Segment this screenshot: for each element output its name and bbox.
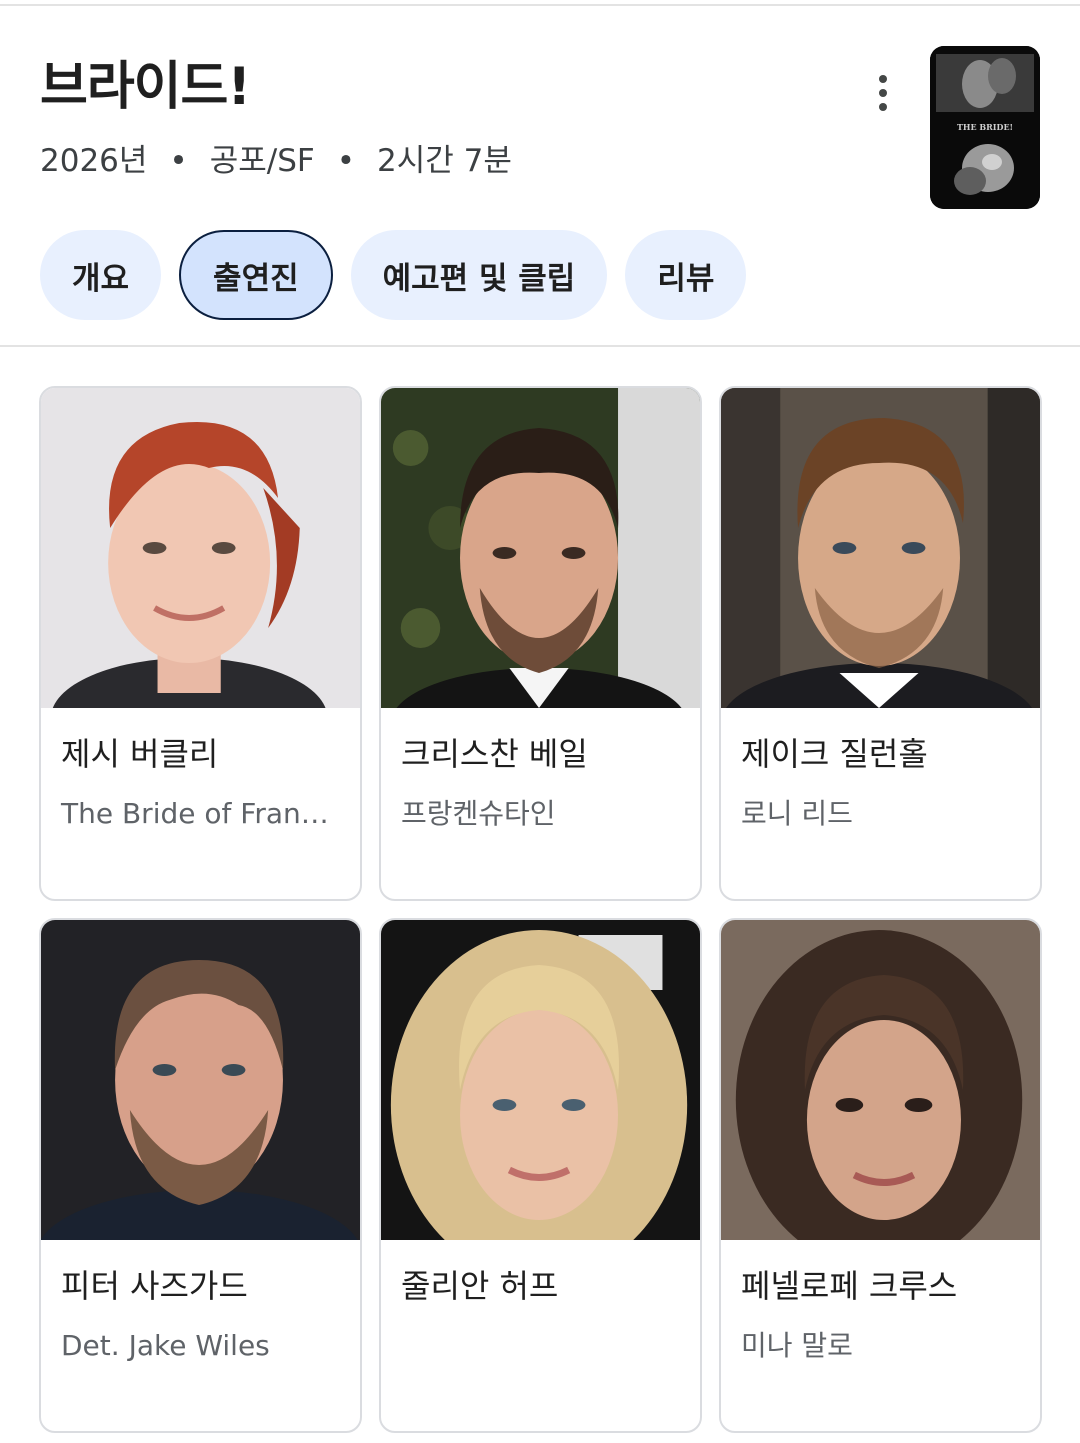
actor-photo [381, 920, 700, 1240]
actor-name: 제시 버클리 [61, 735, 219, 773]
actor-name: 제이크 질런홀 [741, 735, 928, 773]
actor-photo [381, 388, 700, 708]
tab-reviews[interactable]: 리뷰 [625, 230, 747, 320]
movie-poster[interactable]: THE BRIDE! [930, 46, 1040, 209]
poster-title: THE BRIDE! [957, 122, 1013, 132]
character-name: 미나 말로 [741, 1329, 853, 1362]
movie-genre: 공포/SF [209, 143, 315, 179]
cast-card[interactable]: 줄리안 허프 [379, 918, 702, 1433]
actor-name: 줄리안 허프 [401, 1267, 559, 1305]
dot [879, 103, 887, 111]
cast-card[interactable]: 제시 버클리 The Bride of Frank... [39, 386, 362, 901]
cast-grid: 제시 버클리 The Bride of Frank... 크리스찬 베일 프랑켄… [39, 386, 1042, 1433]
actor-photo [721, 388, 1040, 708]
movie-year: 2026년 [40, 143, 148, 179]
character-name: The Bride of Frank... [61, 797, 344, 830]
tab-overview[interactable]: 개요 [40, 230, 162, 320]
dot [879, 89, 887, 97]
tab-bar: 개요 출연진 예고편 및 클립 리뷰 [40, 230, 747, 320]
dot [879, 75, 887, 83]
tab-cast[interactable]: 출연진 [179, 230, 333, 320]
actor-photo [721, 920, 1040, 1240]
character-name: Det. Jake Wiles [61, 1329, 270, 1362]
cast-card[interactable]: 제이크 질런홀 로니 리드 [719, 386, 1042, 901]
actor-name: 크리스찬 베일 [401, 735, 588, 773]
meta-separator: • [169, 143, 188, 179]
actor-photo [41, 920, 360, 1240]
cast-card[interactable]: 크리스찬 베일 프랑켄슈타인 [379, 386, 702, 901]
cast-card[interactable]: 피터 사즈가드 Det. Jake Wiles [39, 918, 362, 1433]
movie-title: 브라이드! [40, 57, 251, 117]
cast-card[interactable]: 페넬로페 크루스 미나 말로 [719, 918, 1042, 1433]
more-options-icon[interactable] [858, 68, 908, 118]
meta-separator: • [336, 143, 356, 179]
movie-runtime: 2시간 7분 [377, 143, 512, 179]
actor-name: 피터 사즈가드 [61, 1267, 248, 1305]
movie-meta: 2026년 • 공포/SF • 2시간 7분 [40, 138, 512, 184]
tab-trailers-clips[interactable]: 예고편 및 클립 [350, 230, 608, 320]
character-name: 프랑켄슈타인 [401, 797, 556, 830]
section-divider [0, 345, 1080, 347]
top-divider [0, 4, 1080, 6]
actor-name: 페넬로페 크루스 [741, 1267, 958, 1305]
actor-photo [41, 388, 360, 708]
character-name: 로니 리드 [741, 797, 853, 830]
